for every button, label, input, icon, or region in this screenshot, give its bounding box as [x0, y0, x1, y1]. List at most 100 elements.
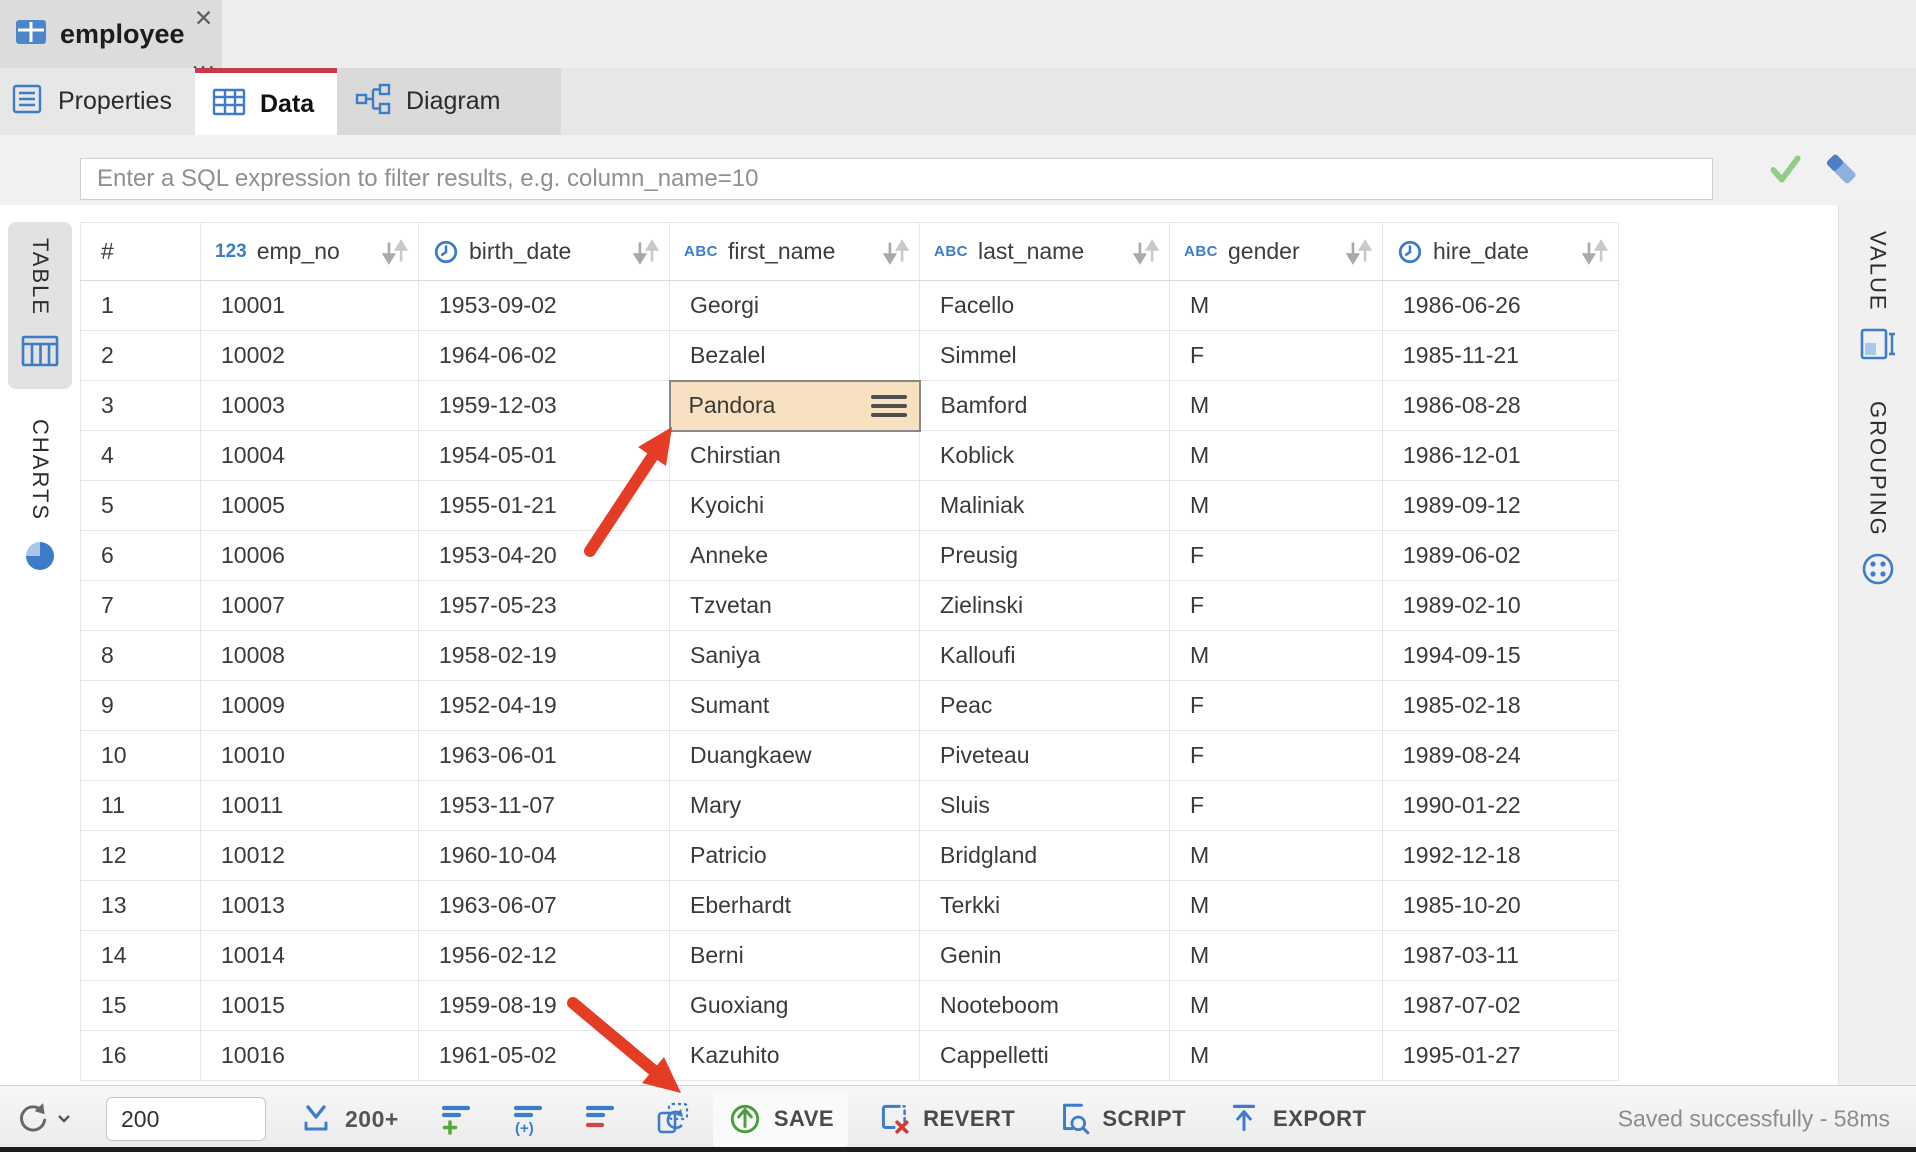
sort-icon[interactable] [380, 239, 410, 265]
cell-gender[interactable]: F [1170, 331, 1383, 381]
row-number-cell[interactable]: 1 [81, 281, 201, 331]
cell-hire_date[interactable]: 1986-08-28 [1383, 381, 1619, 431]
cell-last_name[interactable]: Maliniak [920, 481, 1170, 531]
cell-gender[interactable]: M [1170, 831, 1383, 881]
cell-hire_date[interactable]: 1994-09-15 [1383, 631, 1619, 681]
column-header-emp_no[interactable]: 123emp_no [201, 223, 419, 281]
cell-emp_no[interactable]: 10007 [201, 581, 419, 631]
cell-emp_no[interactable]: 10009 [201, 681, 419, 731]
revert-button[interactable]: REVERT [868, 1094, 1023, 1145]
cell-birth_date[interactable]: 1953-04-20 [419, 531, 670, 581]
rail-tab-grouping[interactable]: GROUPING [1859, 401, 1897, 594]
cell-birth_date[interactable]: 1959-12-03 [419, 381, 670, 431]
cell-last_name[interactable]: Bamford [920, 381, 1170, 431]
cell-hire_date[interactable]: 1985-11-21 [1383, 331, 1619, 381]
tab-diagram[interactable]: Diagram [337, 68, 561, 135]
cell-last_name[interactable]: Koblick [920, 431, 1170, 481]
rail-tab-table[interactable]: TABLE [8, 222, 72, 389]
cell-last_name[interactable]: Kalloufi [920, 631, 1170, 681]
cell-last_name[interactable]: Cappelletti [920, 1031, 1170, 1081]
cell-birth_date[interactable]: 1964-06-02 [419, 331, 670, 381]
row-number-cell[interactable]: 7 [81, 581, 201, 631]
row-number-cell[interactable]: 5 [81, 481, 201, 531]
cell-first_name[interactable]: Chirstian [670, 431, 920, 481]
cell-gender[interactable]: M [1170, 631, 1383, 681]
tab-properties[interactable]: Properties [0, 68, 195, 135]
cell-hire_date[interactable]: 1989-02-10 [1383, 581, 1619, 631]
column-header-row_num[interactable]: # [81, 223, 201, 281]
script-button[interactable]: SCRIPT [1047, 1094, 1194, 1145]
cell-emp_no[interactable]: 10015 [201, 981, 419, 1031]
cell-hire_date[interactable]: 1986-06-26 [1383, 281, 1619, 331]
cell-last_name[interactable]: Bridgland [920, 831, 1170, 881]
row-number-cell[interactable]: 3 [81, 381, 201, 431]
cell-hire_date[interactable]: 1995-01-27 [1383, 1031, 1619, 1081]
export-button[interactable]: EXPORT [1218, 1094, 1374, 1145]
cell-birth_date[interactable]: 1956-02-12 [419, 931, 670, 981]
cell-emp_no[interactable]: 10016 [201, 1031, 419, 1081]
delete-row-button[interactable] [579, 1096, 623, 1143]
editor-tab-employee[interactable]: employee ✕ ... [0, 0, 222, 68]
cell-birth_date[interactable]: 1953-09-02 [419, 281, 670, 331]
cell-birth_date[interactable]: 1959-08-19 [419, 981, 670, 1031]
column-header-hire_date[interactable]: hire_date [1383, 223, 1619, 281]
cell-emp_no[interactable]: 10011 [201, 781, 419, 831]
cell-birth_date[interactable]: 1958-02-19 [419, 631, 670, 681]
sort-icon[interactable] [1131, 239, 1161, 265]
row-number-cell[interactable]: 14 [81, 931, 201, 981]
cell-birth_date[interactable]: 1960-10-04 [419, 831, 670, 881]
refresh-linked-button[interactable] [651, 1096, 695, 1143]
cell-gender[interactable]: F [1170, 731, 1383, 781]
row-number-cell[interactable]: 4 [81, 431, 201, 481]
cell-gender[interactable]: M [1170, 381, 1383, 431]
cell-emp_no[interactable]: 10003 [201, 381, 419, 431]
cell-gender[interactable]: F [1170, 581, 1383, 631]
clear-filter-button[interactable] [1822, 149, 1862, 192]
cell-gender[interactable]: F [1170, 681, 1383, 731]
cell-last_name[interactable]: Facello [920, 281, 1170, 331]
cell-last_name[interactable]: Simmel [920, 331, 1170, 381]
cell-first_name[interactable]: Saniya [670, 631, 920, 681]
cell-first_name[interactable]: Duangkaew [670, 731, 920, 781]
close-tab-icon[interactable]: ✕ [194, 6, 213, 30]
cell-last_name[interactable]: Zielinski [920, 581, 1170, 631]
cell-hire_date[interactable]: 1986-12-01 [1383, 431, 1619, 481]
cell-gender[interactable]: M [1170, 481, 1383, 531]
cell-emp_no[interactable]: 10012 [201, 831, 419, 881]
column-header-gender[interactable]: ABCgender [1170, 223, 1383, 281]
cell-last_name[interactable]: Piveteau [920, 731, 1170, 781]
cell-hire_date[interactable]: 1987-07-02 [1383, 981, 1619, 1031]
cell-gender[interactable]: M [1170, 981, 1383, 1031]
cell-hire_date[interactable]: 1985-02-18 [1383, 681, 1619, 731]
cell-first_name[interactable]: Anneke [670, 531, 920, 581]
cell-birth_date[interactable]: 1963-06-01 [419, 731, 670, 781]
cell-birth_date[interactable]: 1955-01-21 [419, 481, 670, 531]
cell-last_name[interactable]: Nooteboom [920, 981, 1170, 1031]
selected-cell-first_name[interactable]: Pandora [670, 381, 920, 431]
cell-emp_no[interactable]: 10008 [201, 631, 419, 681]
chevron-down-icon[interactable] [56, 1113, 72, 1125]
cell-hire_date[interactable]: 1992-12-18 [1383, 831, 1619, 881]
cell-birth_date[interactable]: 1954-05-01 [419, 431, 670, 481]
cell-gender[interactable]: M [1170, 1031, 1383, 1081]
row-number-cell[interactable]: 8 [81, 631, 201, 681]
row-number-cell[interactable]: 6 [81, 531, 201, 581]
cell-hire_date[interactable]: 1990-01-22 [1383, 781, 1619, 831]
cell-gender[interactable]: M [1170, 881, 1383, 931]
cell-emp_no[interactable]: 10004 [201, 431, 419, 481]
apply-filter-button[interactable] [1766, 152, 1804, 189]
cell-emp_no[interactable]: 10002 [201, 331, 419, 381]
cell-birth_date[interactable]: 1952-04-19 [419, 681, 670, 731]
row-number-cell[interactable]: 11 [81, 781, 201, 831]
column-header-birth_date[interactable]: birth_date [419, 223, 670, 281]
sort-icon[interactable] [1580, 239, 1610, 265]
row-number-cell[interactable]: 13 [81, 881, 201, 931]
cell-emp_no[interactable]: 10005 [201, 481, 419, 531]
cell-hire_date[interactable]: 1989-09-12 [1383, 481, 1619, 531]
cell-emp_no[interactable]: 10010 [201, 731, 419, 781]
cell-gender[interactable]: F [1170, 781, 1383, 831]
cell-first_name[interactable]: Kazuhito [670, 1031, 920, 1081]
fetch-more-button[interactable]: 200+ [290, 1094, 407, 1145]
cell-birth_date[interactable]: 1953-11-07 [419, 781, 670, 831]
row-number-cell[interactable]: 10 [81, 731, 201, 781]
